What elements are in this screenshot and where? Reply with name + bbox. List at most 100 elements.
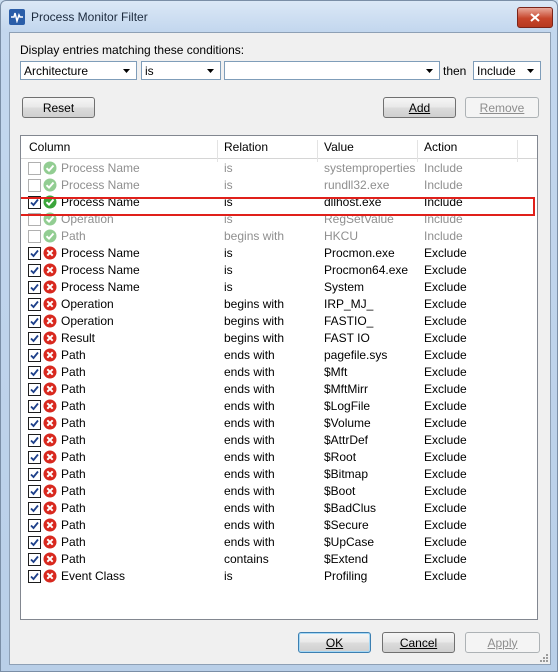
rule-enable-checkbox[interactable] <box>28 349 41 362</box>
rule-enable-checkbox[interactable] <box>28 417 41 430</box>
include-check-icon <box>43 229 57 243</box>
table-row[interactable]: Path contains $Extend Exclude <box>21 551 537 568</box>
column-divider[interactable] <box>217 140 218 162</box>
column-divider[interactable] <box>317 140 318 162</box>
rule-enable-checkbox[interactable] <box>28 536 41 549</box>
rule-enable-checkbox[interactable] <box>28 519 41 532</box>
rule-enable-checkbox[interactable] <box>28 451 41 464</box>
rule-column: Path <box>61 229 86 243</box>
rule-enable-checkbox[interactable] <box>28 400 41 413</box>
exclude-x-icon <box>43 314 57 328</box>
include-check-icon <box>43 195 57 209</box>
table-row[interactable]: Path ends with $BadClus Exclude <box>21 500 537 517</box>
table-row[interactable]: Path ends with $Bitmap Exclude <box>21 466 537 483</box>
rule-action: Exclude <box>424 348 467 362</box>
rule-action: Exclude <box>424 382 467 396</box>
cancel-button[interactable]: Cancel <box>382 632 455 653</box>
rule-enable-checkbox[interactable] <box>28 468 41 481</box>
table-row[interactable]: Operation begins with FASTIO_ Exclude <box>21 313 537 330</box>
rule-value: $Root <box>324 450 357 464</box>
resize-grip-icon[interactable] <box>538 652 548 662</box>
rule-action: Exclude <box>424 535 467 549</box>
rule-relation: is <box>224 569 233 583</box>
rule-relation: ends with <box>224 382 275 396</box>
table-row[interactable]: Path ends with $AttrDef Exclude <box>21 432 537 449</box>
remove-button[interactable]: Remove <box>465 97 539 118</box>
rule-enable-checkbox[interactable] <box>28 247 41 260</box>
rule-action: Exclude <box>424 246 467 260</box>
rule-value: $UpCase <box>324 535 375 549</box>
exclude-x-icon <box>43 552 57 566</box>
add-button[interactable]: Add <box>383 97 456 118</box>
column-header-column[interactable]: Column <box>29 140 70 154</box>
table-row[interactable]: Path ends with $Mft Exclude <box>21 364 537 381</box>
table-row[interactable]: Path ends with $UpCase Exclude <box>21 534 537 551</box>
table-row[interactable]: Event Class is Profiling Exclude <box>21 568 537 585</box>
rule-value: $Mft <box>324 365 348 379</box>
table-row[interactable]: Operation begins with IRP_MJ_ Exclude <box>21 296 537 313</box>
rule-enable-checkbox[interactable] <box>28 179 41 192</box>
close-button[interactable] <box>517 7 553 28</box>
chevron-down-icon <box>523 63 538 78</box>
rule-column: Operation <box>61 212 114 226</box>
table-row[interactable]: Path begins with HKCU Include <box>21 228 537 245</box>
rule-relation: is <box>224 161 233 175</box>
rule-enable-checkbox[interactable] <box>28 298 41 311</box>
rule-enable-checkbox[interactable] <box>28 553 41 566</box>
column-header-relation[interactable]: Relation <box>224 140 268 154</box>
filter-rules-list[interactable]: Column Relation Value Action Process Nam… <box>20 135 538 620</box>
table-row[interactable]: Process Name is Procmon64.exe Exclude <box>21 262 537 279</box>
table-row[interactable]: Result begins with FAST IO Exclude <box>21 330 537 347</box>
rule-enable-checkbox[interactable] <box>28 281 41 294</box>
rule-column: Path <box>61 552 86 566</box>
table-row[interactable]: Path ends with pagefile.sys Exclude <box>21 347 537 364</box>
title-bar[interactable]: Process Monitor Filter <box>1 1 557 33</box>
rule-enable-checkbox[interactable] <box>28 383 41 396</box>
rule-enable-checkbox[interactable] <box>28 213 41 226</box>
exclude-x-icon <box>43 484 57 498</box>
rule-enable-checkbox[interactable] <box>28 434 41 447</box>
rule-enable-checkbox[interactable] <box>28 162 41 175</box>
value-combobox[interactable] <box>224 61 440 80</box>
column-dropdown[interactable]: Architecture <box>20 61 137 80</box>
table-row[interactable]: Path ends with $Boot Exclude <box>21 483 537 500</box>
table-row[interactable]: Process Name is systemproperties... Include <box>21 160 537 177</box>
table-row[interactable]: Path ends with $LogFile Exclude <box>21 398 537 415</box>
rule-enable-checkbox[interactable] <box>28 485 41 498</box>
rule-column: Result <box>61 331 96 345</box>
relation-dropdown[interactable]: is <box>141 61 221 80</box>
table-row[interactable]: Path ends with $Volume Exclude <box>21 415 537 432</box>
rule-relation: ends with <box>224 484 275 498</box>
table-row[interactable]: Path ends with $MftMirr Exclude <box>21 381 537 398</box>
rule-enable-checkbox[interactable] <box>28 366 41 379</box>
rule-enable-checkbox[interactable] <box>28 570 41 583</box>
rule-enable-checkbox[interactable] <box>28 196 41 209</box>
table-row[interactable]: Operation is RegSetValue Include <box>21 211 537 228</box>
rule-enable-checkbox[interactable] <box>28 230 41 243</box>
table-row[interactable]: Process Name is rundll32.exe Include <box>21 177 537 194</box>
rule-enable-checkbox[interactable] <box>28 332 41 345</box>
table-row[interactable]: Process Name is Procmon.exe Exclude <box>21 245 537 262</box>
rule-column: Path <box>61 467 86 481</box>
action-dropdown[interactable]: Include <box>473 61 541 80</box>
table-row[interactable]: Path ends with $Root Exclude <box>21 449 537 466</box>
rule-value: $Extend <box>324 552 369 566</box>
rule-enable-checkbox[interactable] <box>28 264 41 277</box>
column-header-action[interactable]: Action <box>424 140 457 154</box>
rule-value: HKCU <box>324 229 359 243</box>
ok-button[interactable]: OK <box>298 632 371 653</box>
table-row[interactable]: Path ends with $Secure Exclude <box>21 517 537 534</box>
rule-enable-checkbox[interactable] <box>28 315 41 328</box>
rule-relation: is <box>224 212 233 226</box>
column-divider[interactable] <box>417 140 418 162</box>
apply-button[interactable]: Apply <box>465 632 540 653</box>
rule-enable-checkbox[interactable] <box>28 502 41 515</box>
rule-relation: contains <box>224 552 269 566</box>
column-dropdown-value: Architecture <box>24 64 89 78</box>
column-header-value[interactable]: Value <box>324 140 354 154</box>
rule-relation: ends with <box>224 467 275 481</box>
column-divider[interactable] <box>517 140 518 162</box>
table-row[interactable]: Process Name is dllhost.exe Include <box>21 194 537 211</box>
reset-button[interactable]: Reset <box>22 97 95 118</box>
table-row[interactable]: Process Name is System Exclude <box>21 279 537 296</box>
